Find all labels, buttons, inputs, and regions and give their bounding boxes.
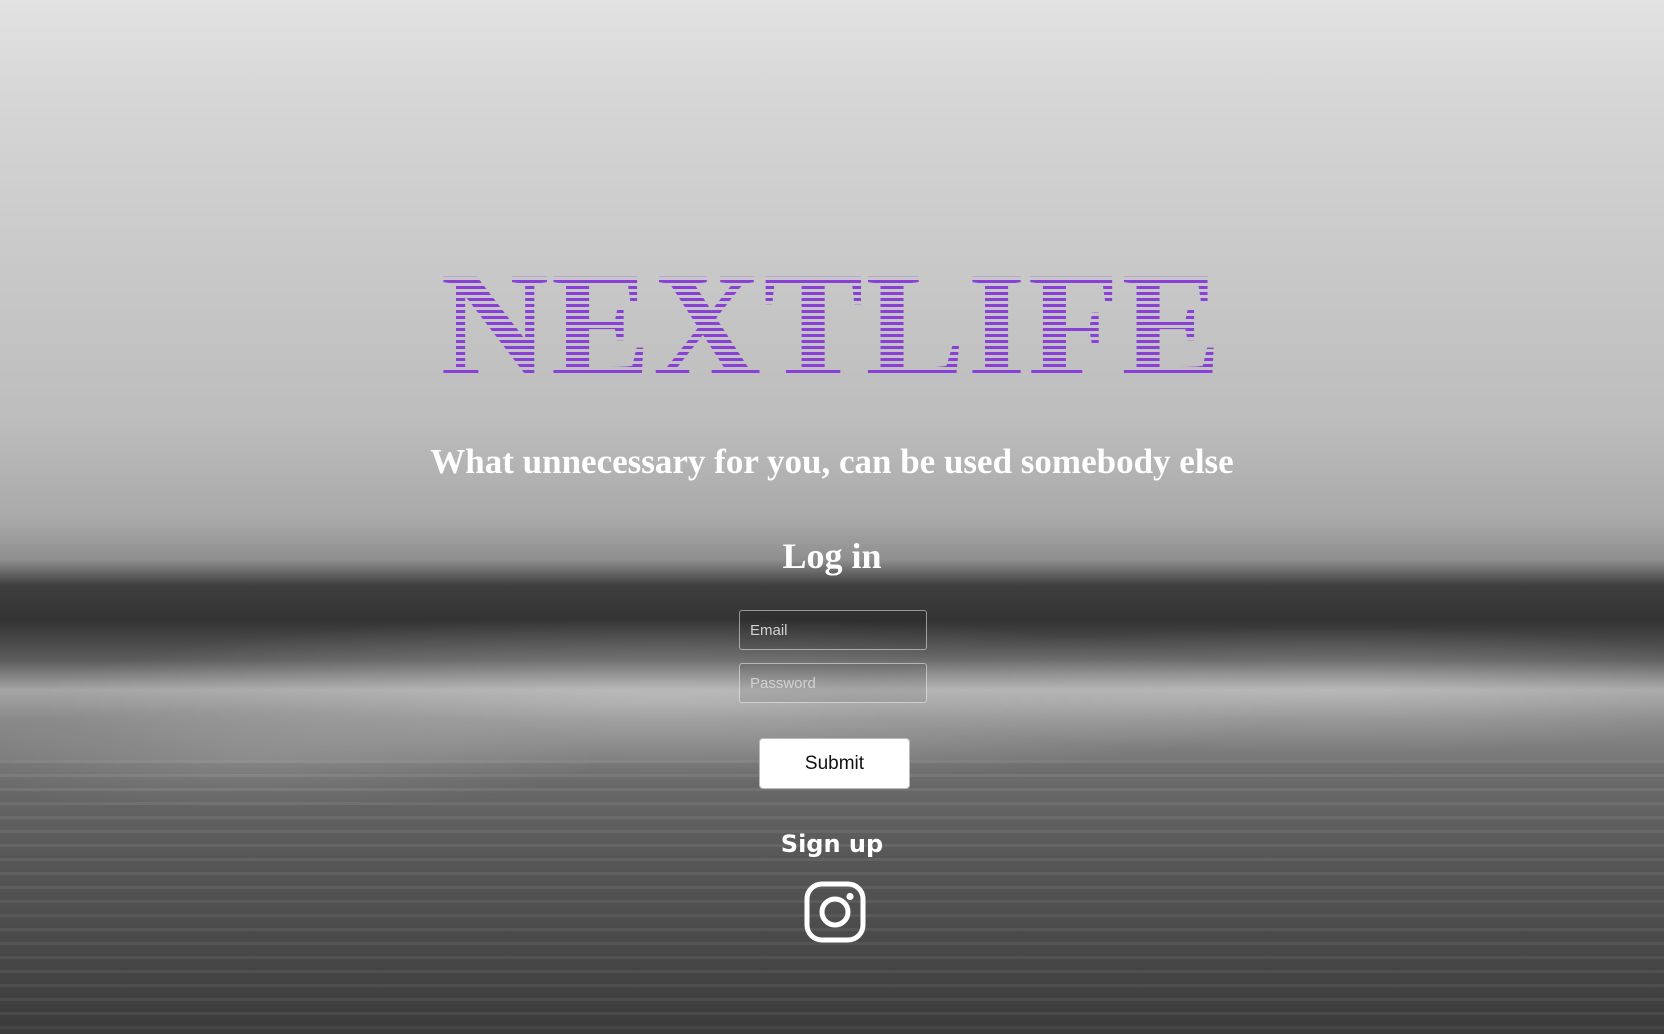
signup-link[interactable]: Sign up bbox=[781, 830, 883, 858]
email-field[interactable] bbox=[739, 610, 927, 650]
submit-button[interactable]: Submit bbox=[759, 738, 910, 789]
login-heading: Log in bbox=[782, 536, 882, 576]
tagline: What unnecessary for you, can be used so… bbox=[430, 442, 1234, 481]
signup-row: Sign up bbox=[0, 830, 1664, 858]
password-field[interactable] bbox=[739, 663, 927, 703]
site-title: NEXTLIFE bbox=[0, 250, 1664, 400]
instagram-icon bbox=[804, 881, 866, 943]
instagram-link[interactable] bbox=[803, 880, 867, 944]
